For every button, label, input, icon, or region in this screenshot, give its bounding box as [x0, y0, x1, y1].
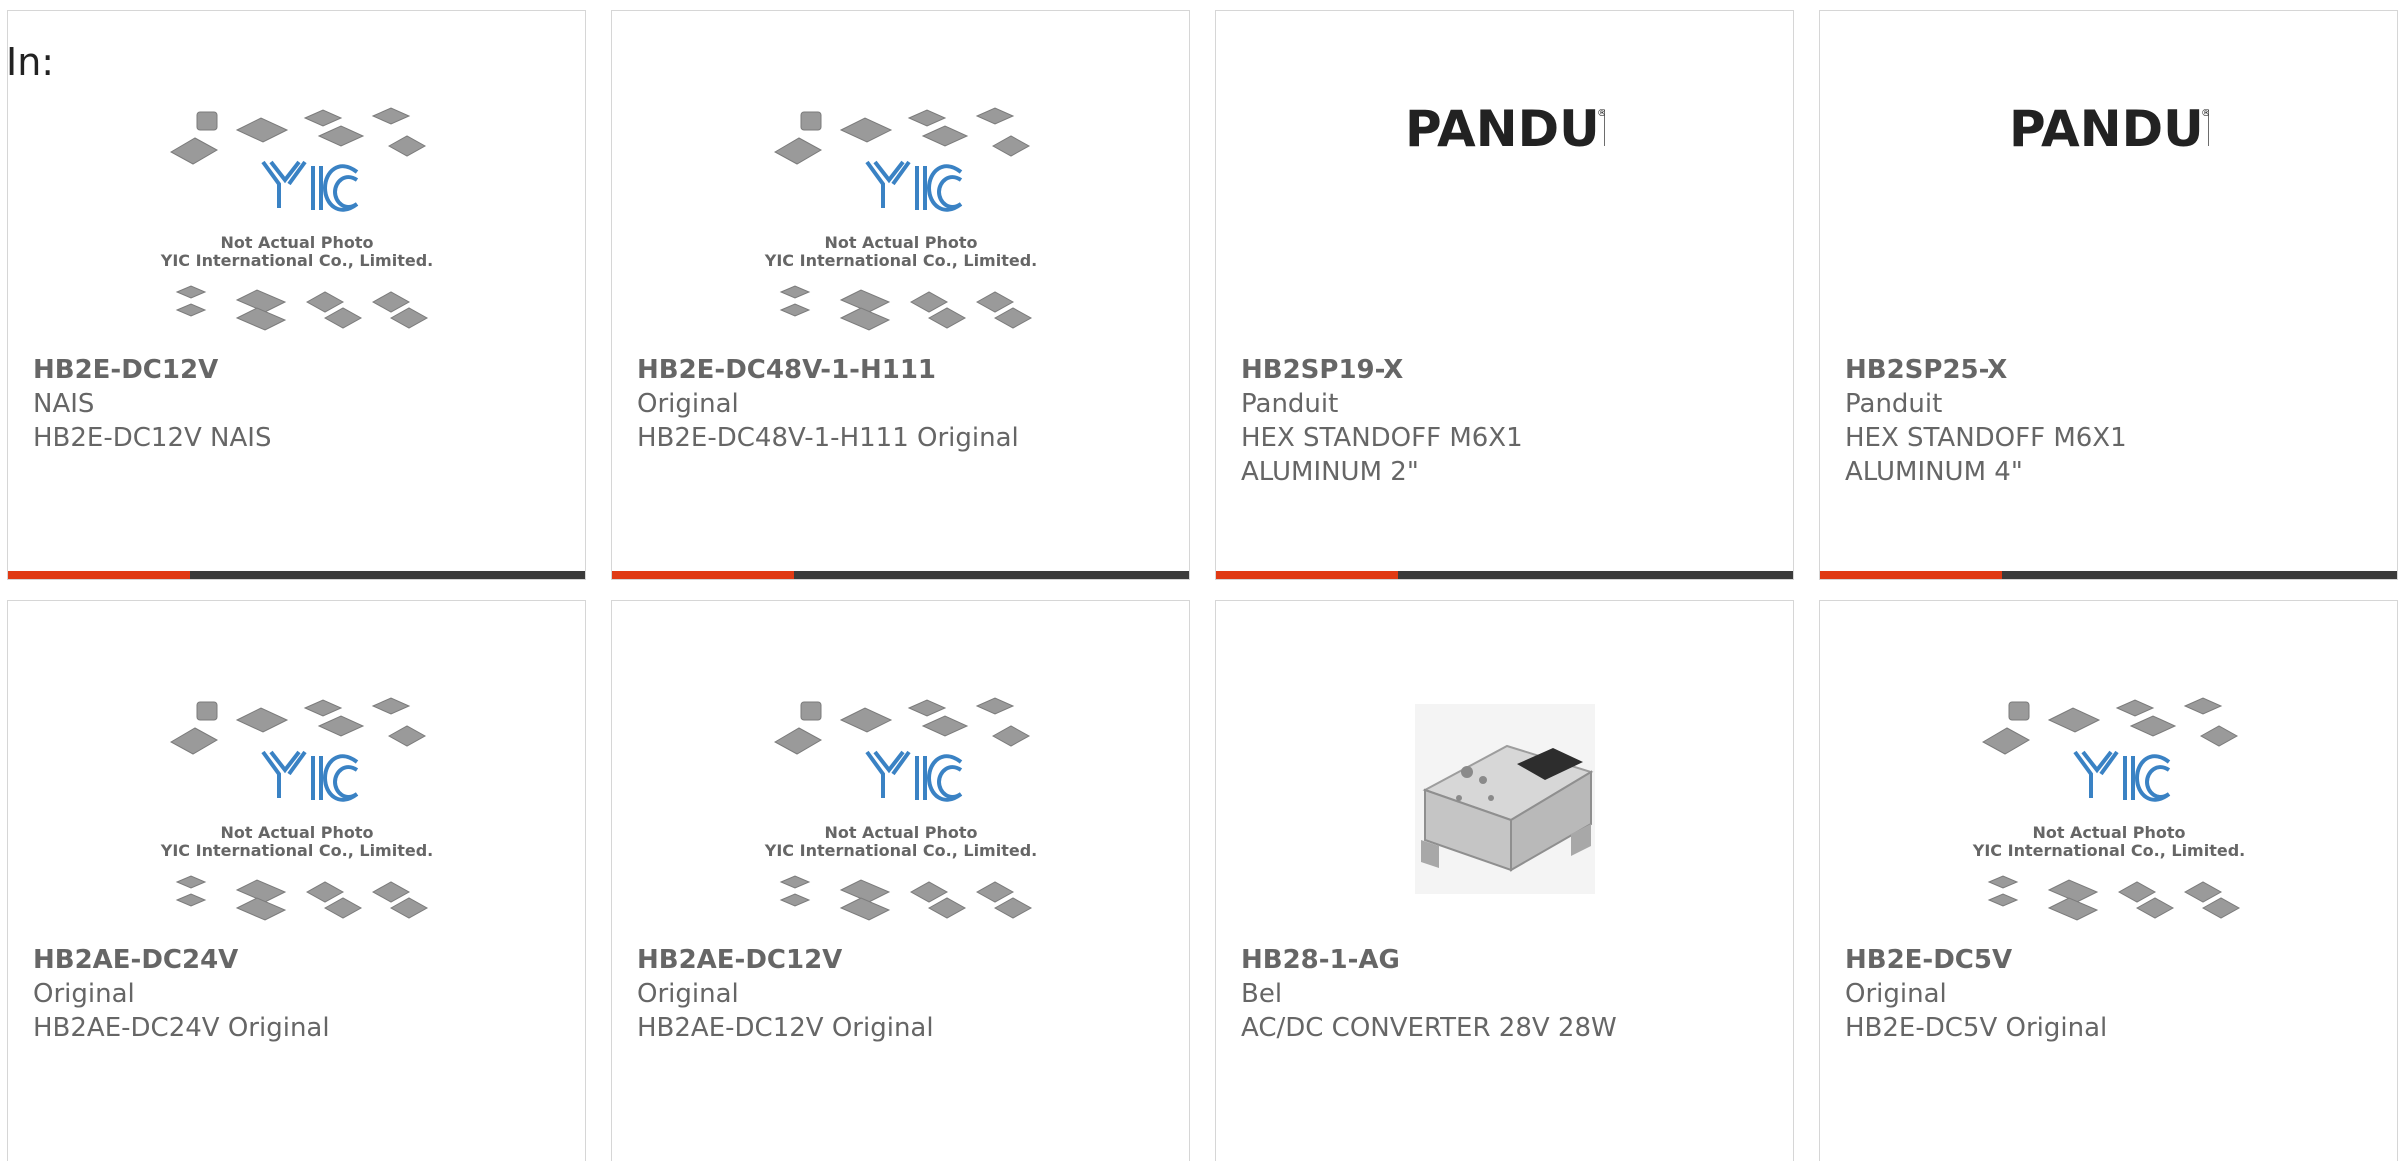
product-card[interactable]: PANDUIT ® HB2SP25-X Panduit HEX STANDOFF…	[1819, 10, 2398, 580]
part-description: HB2E-DC5V Original	[1845, 1013, 2108, 1043]
manufacturer-name: Original	[637, 979, 739, 1009]
part-description: HB2AE-DC24V Original	[33, 1013, 330, 1043]
product-image[interactable]: Not Actual Photo YIC International Co., …	[8, 686, 585, 946]
manufacturer-name: Original	[33, 979, 135, 1009]
card-accent-bar	[1216, 571, 1398, 579]
part-number[interactable]: HB2E-DC48V-1-H111	[637, 353, 1057, 387]
registered-mark-icon: ®	[1597, 108, 1605, 119]
power-supply-photo-icon	[1414, 704, 1595, 894]
product-image[interactable]	[1216, 686, 1793, 946]
image-caption-2: YIC International Co., Limited.	[763, 251, 1036, 270]
card-details: HB2E-DC5V Original HB2E-DC5V Original	[1845, 943, 2265, 1045]
image-caption-1: Not Actual Photo	[824, 233, 977, 252]
part-description: AC/DC CONVERTER 28V 28W	[1241, 1013, 1617, 1043]
part-description: HB2E-DC48V-1-H111 Original	[637, 423, 1019, 453]
image-caption-2: YIC International Co., Limited.	[159, 251, 432, 270]
card-details: HB2SP25-X Panduit HEX STANDOFF M6X1 ALUM…	[1845, 353, 2265, 489]
part-description: HEX STANDOFF M6X1 ALUMINUM 2"	[1241, 423, 1523, 487]
panduit-logo-text: PANDUIT	[2009, 100, 2209, 156]
image-caption-2: YIC International Co., Limited.	[763, 841, 1036, 860]
card-details: HB2AE-DC12V Original HB2AE-DC12V Origina…	[637, 943, 1057, 1045]
card-details: HB2AE-DC24V Original HB2AE-DC24V Origina…	[33, 943, 453, 1045]
image-caption-1: Not Actual Photo	[220, 233, 373, 252]
image-caption-1: Not Actual Photo	[2032, 823, 2185, 842]
part-number[interactable]: HB2SP19-X	[1241, 353, 1661, 387]
card-accent-bar	[612, 571, 794, 579]
card-details: HB2E-DC12V NAIS HB2E-DC12V NAIS	[33, 353, 453, 455]
product-card[interactable]: Not Actual Photo YIC International Co., …	[611, 600, 1190, 1161]
manufacturer-name: Bel	[1241, 979, 1283, 1009]
product-image[interactable]: Not Actual Photo YIC International Co., …	[612, 96, 1189, 356]
not-actual-photo-icon: Not Actual Photo YIC International Co., …	[159, 107, 433, 331]
product-image[interactable]: PANDUIT ®	[1216, 96, 1793, 356]
part-number[interactable]: HB2SP25-X	[1845, 353, 2265, 387]
not-actual-photo-icon: Not Actual Photo YIC International Co., …	[763, 697, 1037, 921]
product-card[interactable]: Not Actual Photo YIC International Co., …	[611, 10, 1190, 580]
card-bottom-bar	[1216, 571, 1793, 579]
card-details: HB2SP19-X Panduit HEX STANDOFF M6X1 ALUM…	[1241, 353, 1661, 489]
card-details: HB2E-DC48V-1-H111 Original HB2E-DC48V-1-…	[637, 353, 1057, 455]
image-caption-2: YIC International Co., Limited.	[1971, 841, 2244, 860]
panduit-logo-icon: PANDUIT ®	[2009, 100, 2209, 156]
part-description: HB2AE-DC12V Original	[637, 1013, 934, 1043]
card-details: HB28-1-AG Bel AC/DC CONVERTER 28V 28W	[1241, 943, 1661, 1045]
part-number[interactable]: HB2E-DC12V	[33, 353, 453, 387]
filter-label: In:	[6, 40, 55, 84]
panduit-logo-icon: PANDUIT ®	[1405, 100, 1605, 156]
not-actual-photo-icon: Not Actual Photo YIC International Co., …	[159, 697, 433, 921]
part-number[interactable]: HB2E-DC5V	[1845, 943, 2265, 977]
manufacturer-name: Original	[1845, 979, 1947, 1009]
panduit-logo-text: PANDUIT	[1405, 100, 1605, 156]
manufacturer-name: Original	[637, 389, 739, 419]
image-caption-1: Not Actual Photo	[824, 823, 977, 842]
product-card[interactable]: HB28-1-AG Bel AC/DC CONVERTER 28V 28W	[1215, 600, 1794, 1161]
part-number[interactable]: HB28-1-AG	[1241, 943, 1661, 977]
card-accent-bar	[1820, 571, 2002, 579]
product-card[interactable]: Not Actual Photo YIC International Co., …	[7, 600, 586, 1161]
product-card[interactable]: PANDUIT ® HB2SP19-X Panduit HEX STANDOFF…	[1215, 10, 1794, 580]
image-caption-1: Not Actual Photo	[220, 823, 373, 842]
card-bottom-bar	[1820, 571, 2397, 579]
manufacturer-name: Panduit	[1845, 389, 1943, 419]
registered-mark-icon: ®	[2201, 108, 2209, 119]
product-image[interactable]: Not Actual Photo YIC International Co., …	[612, 686, 1189, 946]
card-accent-bar	[8, 571, 190, 579]
product-card[interactable]: Not Actual Photo YIC International Co., …	[1819, 600, 2398, 1161]
not-actual-photo-icon: Not Actual Photo YIC International Co., …	[763, 107, 1037, 331]
product-image[interactable]: Not Actual Photo YIC International Co., …	[1820, 686, 2397, 946]
product-image[interactable]: PANDUIT ®	[1820, 96, 2397, 356]
part-number[interactable]: HB2AE-DC24V	[33, 943, 453, 977]
part-description: HB2E-DC12V NAIS	[33, 423, 272, 453]
part-number[interactable]: HB2AE-DC12V	[637, 943, 1057, 977]
manufacturer-name: NAIS	[33, 389, 95, 419]
not-actual-photo-icon: Not Actual Photo YIC International Co., …	[1971, 697, 2245, 921]
product-card[interactable]: Not Actual Photo YIC International Co., …	[7, 10, 586, 580]
card-bottom-bar	[612, 571, 1189, 579]
product-image[interactable]: Not Actual Photo YIC International Co., …	[8, 96, 585, 356]
manufacturer-name: Panduit	[1241, 389, 1339, 419]
part-description: HEX STANDOFF M6X1 ALUMINUM 4"	[1845, 423, 2127, 487]
card-bottom-bar	[8, 571, 585, 579]
product-grid-page: In: Not Actual Photo YIC International C…	[0, 0, 2400, 1161]
image-caption-2: YIC International Co., Limited.	[159, 841, 432, 860]
